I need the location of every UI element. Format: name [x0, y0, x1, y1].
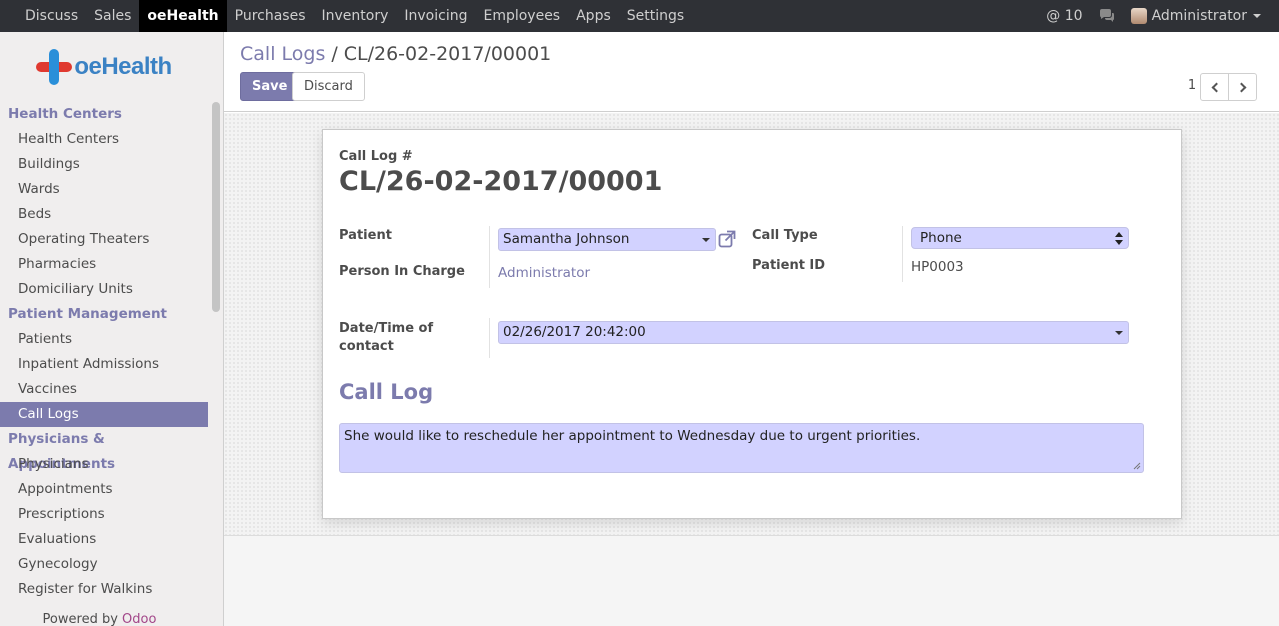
- breadcrumb-separator: /: [331, 43, 338, 65]
- breadcrumb-call-logs[interactable]: Call Logs: [240, 43, 325, 65]
- datetime-label-line2: contact: [339, 339, 394, 354]
- user-menu[interactable]: Administrator: [1123, 8, 1269, 24]
- menu-sales[interactable]: Sales: [86, 0, 139, 32]
- menu-inventory[interactable]: Inventory: [314, 0, 397, 32]
- discard-button[interactable]: Discard: [292, 72, 365, 101]
- sidebar-item-prescriptions[interactable]: Prescriptions: [0, 502, 208, 527]
- powered-by-label: Powered by: [42, 612, 118, 626]
- chevron-left-icon: [1211, 82, 1221, 92]
- menu-settings[interactable]: Settings: [619, 0, 692, 32]
- sidebar-item-wards[interactable]: Wards: [0, 177, 208, 202]
- odoo-link[interactable]: Odoo: [122, 612, 156, 626]
- datetime-value: 02/26/2017 20:42:00: [503, 324, 646, 340]
- sidebar-item-appointments[interactable]: Appointments: [0, 477, 208, 502]
- logo-text: oeHealth: [74, 53, 172, 80]
- control-panel: Call Logs / CL/26-02-2017/00001 Save Disca…: [224, 32, 1279, 112]
- call-type-label: Call Type: [752, 228, 818, 243]
- user-name: Administrator: [1151, 8, 1247, 24]
- breadcrumb: Call Logs / CL/26-02-2017/00001: [240, 43, 551, 65]
- divider: [489, 318, 490, 358]
- datetime-field[interactable]: 02/26/2017 20:42:00: [498, 321, 1129, 344]
- datetime-label: Date/Time of contact: [339, 320, 433, 356]
- systray: @ 10 Administrator: [1038, 0, 1279, 32]
- patient-field[interactable]: Samantha Johnson: [498, 228, 716, 251]
- menu-employees[interactable]: Employees: [475, 0, 568, 32]
- top-navbar: Discuss Sales oeHealth Purchases Invento…: [0, 0, 1279, 32]
- menu-invoicing[interactable]: Invoicing: [396, 0, 475, 32]
- sidebar-item-evaluations[interactable]: Evaluations: [0, 527, 208, 552]
- menu-apps[interactable]: Apps: [568, 0, 619, 32]
- sidebar-item-domiciliary-units[interactable]: Domiciliary Units: [0, 277, 208, 302]
- sidebar-item-beds[interactable]: Beds: [0, 202, 208, 227]
- sidebar-item-pharmacies[interactable]: Pharmacies: [0, 252, 208, 277]
- plus-logo-icon: [36, 49, 73, 85]
- menu-purchases[interactable]: Purchases: [227, 0, 314, 32]
- pager-next-button[interactable]: [1228, 73, 1257, 101]
- call-type-select[interactable]: Phone: [911, 227, 1129, 249]
- divider: [902, 226, 903, 282]
- person-in-charge-value[interactable]: Administrator: [498, 265, 590, 281]
- form-view-background: Call Log # CL/26-02-2017/00001 Patient P…: [224, 113, 1279, 535]
- sidebar-item-inpatient-admissions[interactable]: Inpatient Admissions: [0, 352, 208, 377]
- call-log-section-title: Call Log: [339, 380, 434, 404]
- menu-discuss[interactable]: Discuss: [17, 0, 86, 32]
- pager-previous-button[interactable]: [1200, 73, 1229, 101]
- sidebar-item-call-logs[interactable]: Call Logs: [0, 402, 208, 427]
- save-button[interactable]: Save: [240, 72, 300, 101]
- person-in-charge-label: Person In Charge: [339, 264, 465, 279]
- call-type-value: Phone: [920, 230, 962, 246]
- external-link-icon[interactable]: [718, 230, 736, 248]
- sidebar-item-buildings[interactable]: Buildings: [0, 152, 208, 177]
- select-arrows-icon: [1115, 232, 1123, 246]
- datetime-label-line1: Date/Time of: [339, 321, 434, 336]
- sidebar-scrollbar[interactable]: [212, 102, 220, 312]
- divider: [489, 226, 490, 288]
- chatter-area: [224, 535, 1279, 626]
- section-health-centers: Health Centers: [8, 106, 122, 122]
- patient-value: Samantha Johnson: [503, 231, 630, 247]
- sidebar-item-patients[interactable]: Patients: [0, 327, 208, 352]
- sidebar-item-gynecology[interactable]: Gynecology: [0, 552, 208, 577]
- section-physicians-appointments: Physicians & Appointments: [8, 431, 116, 472]
- patient-id-value: HP0003: [911, 259, 964, 275]
- breadcrumb-current: CL/26-02-2017/00001: [343, 43, 552, 65]
- chevron-right-icon: [1236, 82, 1246, 92]
- chevron-down-icon: [1253, 14, 1261, 18]
- powered-by: Powered by Odoo: [0, 612, 223, 626]
- section-patient-management: Patient Management: [8, 306, 168, 322]
- sidebar-item-vaccines[interactable]: Vaccines: [0, 377, 208, 402]
- sidebar: oeHealth Health Centers Health Centers B…: [0, 32, 224, 626]
- oehealth-logo: oeHealth: [0, 32, 223, 102]
- patient-label: Patient: [339, 228, 392, 243]
- menu-oehealth[interactable]: oeHealth: [139, 0, 227, 32]
- app-menu: Discuss Sales oeHealth Purchases Invento…: [0, 0, 692, 32]
- chevron-down-icon: [1115, 331, 1123, 335]
- avatar: [1130, 8, 1147, 24]
- call-log-textarea[interactable]: She would like to reschedule her appoint…: [339, 423, 1144, 473]
- chevron-down-icon: [702, 238, 710, 242]
- resize-grip-icon[interactable]: [1133, 462, 1141, 470]
- mentions-counter[interactable]: @ 10: [1038, 8, 1090, 24]
- call-log-text: She would like to reschedule her appoint…: [344, 428, 921, 444]
- sidebar-item-health-centers[interactable]: Health Centers: [0, 127, 208, 152]
- sidebar-item-register-walkins[interactable]: Register for Walkins: [0, 577, 208, 602]
- record-title: CL/26-02-2017/00001: [339, 166, 663, 197]
- sidebar-item-operating-theaters[interactable]: Operating Theaters: [0, 227, 208, 252]
- patient-id-label: Patient ID: [752, 258, 826, 273]
- chat-icon[interactable]: [1091, 9, 1123, 23]
- record-label: Call Log #: [339, 149, 413, 164]
- form-sheet: Call Log # CL/26-02-2017/00001 Patient P…: [322, 129, 1182, 519]
